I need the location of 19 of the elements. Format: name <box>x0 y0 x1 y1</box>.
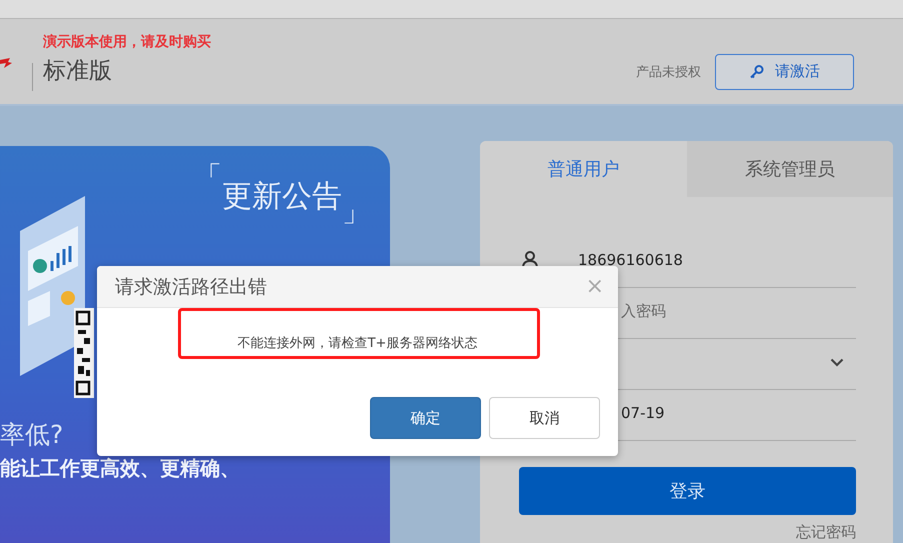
qr-code-icon <box>74 308 94 398</box>
confirm-button[interactable]: 确定 <box>370 397 481 439</box>
banner-caption: 率低? <box>0 419 64 451</box>
forgot-password-link[interactable]: 忘记密码 <box>796 523 856 542</box>
bracket-mark: 「 <box>194 159 222 195</box>
edition-title: 标准版 <box>43 57 113 86</box>
error-message: 不能连接外网，请检查T+服务器网络状态 <box>238 335 478 352</box>
login-button[interactable]: 登录 <box>519 467 856 515</box>
announcement-title: 更新公告 <box>222 178 342 216</box>
login-tab[interactable]: 系统管理员 <box>686 141 893 197</box>
dialog-title: 请求激活路径出错 <box>115 274 267 300</box>
activate-button[interactable]: 请激活 <box>715 54 854 90</box>
bracket-mark: 」 <box>342 194 370 230</box>
chevron-down-icon <box>830 358 844 366</box>
banner-slogan: 能让工作更高效、更精确、 <box>0 455 240 482</box>
cancel-button[interactable]: 取消 <box>489 397 600 439</box>
trial-notice: 演示版本使用，请及时购买 <box>43 33 211 51</box>
key-icon <box>749 64 765 80</box>
license-status: 产品未授权 <box>636 64 701 80</box>
